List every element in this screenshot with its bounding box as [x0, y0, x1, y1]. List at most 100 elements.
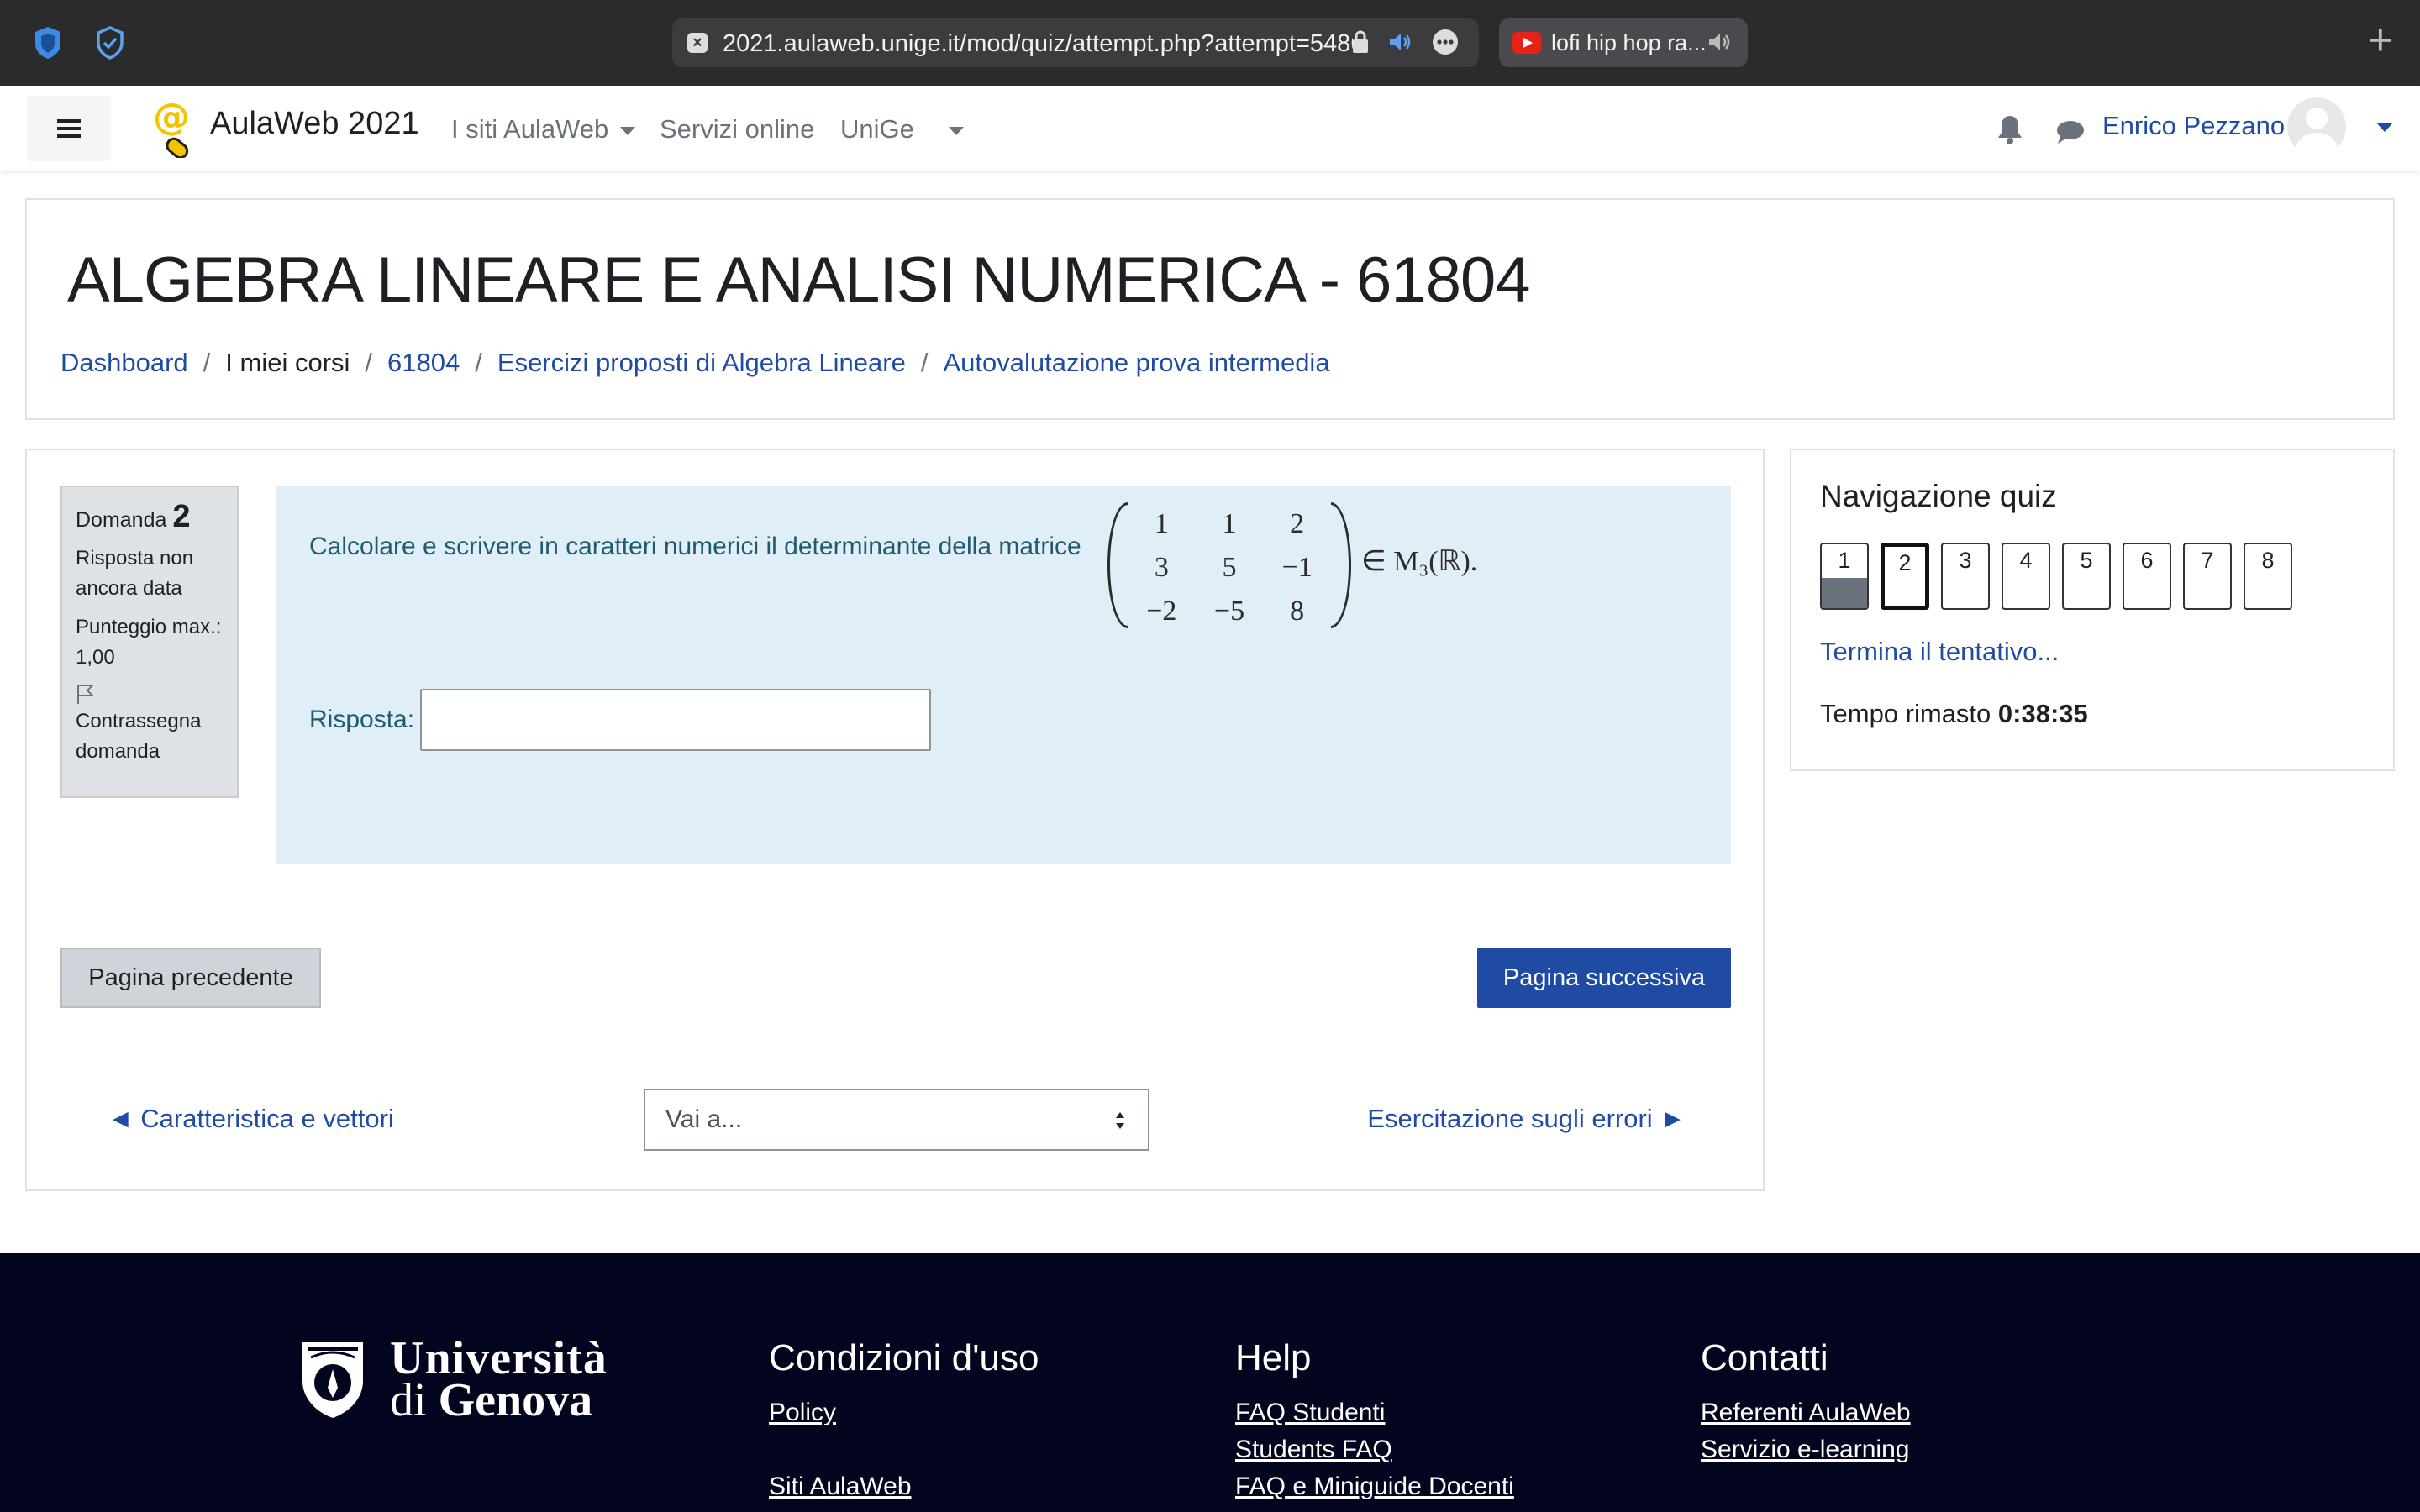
right-parenthesis [1331, 502, 1351, 628]
site-navbar: @ AulaWeb 2021 I siti AulaWeb Servizi on… [0, 86, 2420, 171]
university-logo[interactable]: Università di Genova [299, 1332, 608, 1426]
avatar[interactable] [2287, 97, 2346, 156]
next-activity-link[interactable]: Esercitazione sugli errori ► [1367, 1104, 1686, 1134]
speaker-icon[interactable] [1388, 31, 1413, 53]
question-content: Calcolare e scrivere in caratteri numeri… [276, 486, 1731, 864]
breadcrumb-separator: / [365, 348, 373, 377]
messages-chat-icon[interactable] [2055, 119, 2086, 144]
footer-link-faq-studenti[interactable]: FAQ Studenti [1235, 1394, 1514, 1431]
browser-toolbar: × 2021.aulaweb.unige.it/mod/quiz/attempt… [0, 0, 2420, 86]
footer-link-e-learning[interactable]: Servizio e-learning [1701, 1431, 1911, 1468]
quiz-nav-question-7[interactable]: 7 [2183, 543, 2232, 610]
footer-heading: Help [1235, 1337, 1312, 1378]
question-info-panel: Domanda 2 Risposta non ancora data Punte… [60, 486, 239, 798]
nav-more-dropdown[interactable] [937, 114, 964, 144]
matrix-cell: −5 [1213, 596, 1245, 627]
media-tab[interactable]: lofi hip hop ra... [1499, 18, 1748, 67]
tab-speaker-icon[interactable] [1707, 31, 1733, 53]
footer-column-conditions: Condizioni d'uso Policy Siti AulaWeb [769, 1337, 1039, 1505]
quiz-nav-question-8[interactable]: 8 [2244, 543, 2292, 610]
breadcrumb-course[interactable]: 61804 [387, 348, 460, 378]
menu-toggle-button[interactable] [27, 96, 111, 161]
site-name[interactable]: AulaWeb 2021 [210, 106, 419, 142]
lock-icon[interactable] [1351, 29, 1370, 55]
question-number: Domanda 2 [76, 499, 191, 534]
previous-activity-link[interactable]: ◄ Caratteristica e vettori [108, 1104, 394, 1134]
quiz-attempt-region: Domanda 2 Risposta non ancora data Punte… [25, 449, 1765, 1191]
quiz-nav-question-3[interactable]: 3 [1941, 543, 1990, 610]
footer-link-students-faq[interactable]: Students FAQ [1235, 1431, 1514, 1468]
matrix-cell: −1 [1281, 552, 1313, 583]
site-favicon-icon: × [687, 33, 708, 53]
extension-shield-icon[interactable] [29, 24, 67, 62]
flag-question-toggle[interactable]: Contrassegna domanda [76, 683, 224, 767]
question-max-score: Punteggio max.: 1,00 [76, 616, 222, 669]
breadcrumb: Dashboard / I miei corsi / 61804 / Eserc… [60, 348, 1330, 378]
jump-select-value: Vai a... [666, 1105, 743, 1133]
extension-check-shield-icon[interactable] [91, 24, 129, 62]
quiz-nav-question-6[interactable]: 6 [2123, 543, 2171, 610]
page-header: ALGEBRA LINEARE E ANALISI NUMERICA - 618… [25, 198, 2395, 420]
user-menu-chevron-down-icon[interactable] [2376, 123, 2393, 132]
quiz-navigation-title: Navigazione quiz [1820, 479, 2057, 513]
matrix-cell: 2 [1290, 508, 1305, 539]
footer-link-policy[interactable]: Policy [769, 1394, 1039, 1431]
matrix-cell: 3 [1154, 552, 1169, 583]
breadcrumb-section[interactable]: Esercizi proposti di Algebra Lineare [497, 348, 906, 378]
answer-label: Risposta: [309, 706, 415, 733]
quiz-nav-question-4[interactable]: 4 [2002, 543, 2050, 610]
matrix-grid: 1 1 2 3 5 −1 −2 −5 8 [1128, 506, 1331, 630]
page-footer: Università di Genova Condizioni d'uso Po… [0, 1253, 2420, 1512]
matrix: 1 1 2 3 5 −1 −2 −5 8 [1107, 502, 1351, 628]
more-options-icon[interactable] [1432, 29, 1459, 55]
question-text: Calcolare e scrivere in caratteri numeri… [309, 533, 1081, 560]
new-tab-plus-icon[interactable]: + [2368, 15, 2393, 66]
matrix-cell: 5 [1222, 552, 1237, 583]
breadcrumb-my-courses: I miei corsi [225, 348, 350, 377]
matrix-cell: 8 [1290, 596, 1305, 627]
footer-column-contacts: Contatti Referenti AulaWeb Servizio e-le… [1701, 1337, 1911, 1468]
user-menu-name[interactable]: Enrico Pezzano [2102, 111, 2285, 141]
left-parenthesis [1107, 502, 1128, 628]
footer-link-siti-aulaweb[interactable]: Siti AulaWeb [769, 1468, 1039, 1505]
quiz-nav-question-2[interactable]: 2 [1881, 543, 1929, 610]
tab-title: lofi hip hop ra... [1551, 30, 1707, 55]
university-crest-icon [302, 1342, 363, 1418]
nav-servizi-online[interactable]: Servizi online [660, 114, 814, 144]
footer-link-referenti[interactable]: Referenti AulaWeb [1701, 1394, 1911, 1431]
select-arrows-icon [1116, 1112, 1124, 1129]
address-bar[interactable]: × 2021.aulaweb.unige.it/mod/quiz/attempt… [672, 18, 1479, 67]
nav-unige[interactable]: UniGe [840, 114, 914, 144]
quiz-nav-question-5[interactable]: 5 [2062, 543, 2111, 610]
university-name: Università di Genova [390, 1332, 608, 1426]
nav-siti-aulaweb[interactable]: I siti AulaWeb [451, 114, 636, 144]
aulaweb-logo-icon[interactable]: @ [151, 99, 198, 158]
matrix-set-notation: ∈ M₃(ℝ). [1361, 546, 1478, 577]
matrix-cell: 1 [1222, 508, 1237, 539]
answer-input[interactable] [420, 689, 931, 751]
quiz-nav-question-1[interactable]: 1 [1820, 543, 1869, 610]
flag-question-label: Contrassegna domanda [76, 710, 202, 763]
breadcrumb-separator: / [203, 348, 211, 377]
flag-icon [77, 685, 95, 704]
quiz-navigation-block: Navigazione quiz 1 2 3 4 5 6 7 8 Termina… [1790, 449, 2395, 771]
breadcrumb-dashboard[interactable]: Dashboard [60, 348, 188, 378]
jump-to-activity-select[interactable]: Vai a... [644, 1089, 1150, 1151]
chevron-down-icon [949, 126, 964, 135]
finish-attempt-link[interactable]: Termina il tentativo... [1820, 637, 2059, 667]
footer-column-help: Help FAQ Studenti Students FAQ FAQ e Min… [1235, 1337, 1514, 1505]
page-title: ALGEBRA LINEARE E ANALISI NUMERICA - 618… [67, 244, 1531, 316]
chevron-down-icon [620, 126, 636, 135]
footer-heading: Contatti [1701, 1337, 1828, 1378]
matrix-cell: −2 [1146, 596, 1177, 627]
previous-page-button[interactable]: Pagina precedente [60, 948, 321, 1008]
breadcrumb-quiz[interactable]: Autovalutazione prova intermedia [943, 348, 1329, 378]
question-buttons: 1 2 3 4 5 6 7 8 [1820, 543, 2292, 610]
url-text[interactable]: 2021.aulaweb.unige.it/mod/quiz/attempt.p… [723, 30, 1353, 58]
matrix-cell: 1 [1154, 508, 1169, 539]
notification-bell-icon[interactable] [1996, 114, 2023, 144]
timer-value: 0:38:35 [1997, 699, 2088, 728]
footer-link-faq-docenti[interactable]: FAQ e Miniguide Docenti [1235, 1468, 1514, 1505]
next-page-button[interactable]: Pagina successiva [1477, 948, 1731, 1008]
time-remaining: Tempo rimasto 0:38:35 [1820, 699, 2088, 728]
